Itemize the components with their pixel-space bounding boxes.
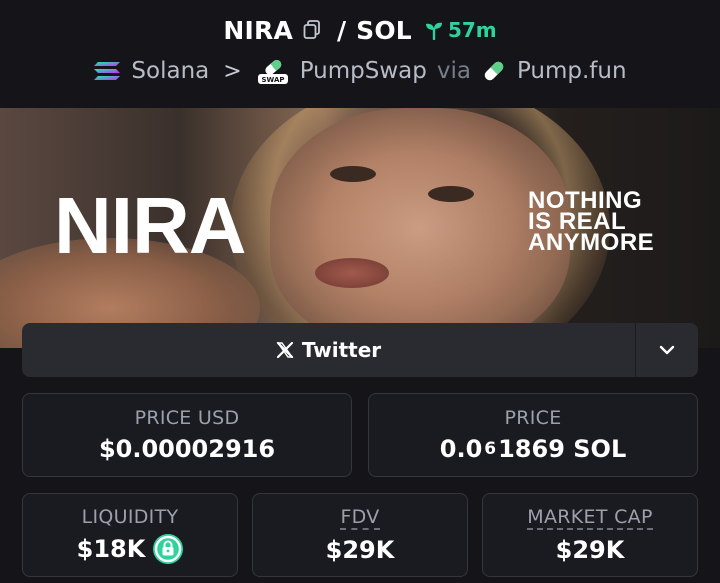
market-cap-card: MARKET CAP $29K bbox=[482, 493, 698, 577]
social-dropdown-button[interactable] bbox=[636, 323, 698, 377]
via-label: via bbox=[436, 58, 471, 84]
pair-header: NIRA / SOL 57m Solana > SWAP PumpSwap vi… bbox=[0, 0, 720, 108]
liquidity-card: LIQUIDITY $18K bbox=[22, 493, 238, 577]
fdv-label[interactable]: FDV bbox=[340, 506, 380, 530]
fdv-value: $29K bbox=[325, 536, 395, 564]
pair-age-value: 57m bbox=[447, 18, 497, 42]
price-value: 0.0 6 1869 SOL bbox=[439, 435, 627, 463]
lock-icon[interactable] bbox=[153, 534, 184, 564]
market-cap-value: $29K bbox=[555, 536, 625, 564]
chain-breadcrumb: Solana > SWAP PumpSwap via Pump.fun bbox=[0, 54, 720, 88]
twitter-label: Twitter bbox=[301, 338, 382, 362]
price-usd-card: PRICE USD $0.00002916 bbox=[22, 393, 352, 477]
price-card: PRICE 0.0 6 1869 SOL bbox=[368, 393, 698, 477]
svg-text:SWAP: SWAP bbox=[261, 76, 284, 84]
token-banner: NIRA NOTHING IS REAL ANYMORE bbox=[0, 108, 720, 348]
quote-symbol: SOL bbox=[356, 15, 412, 45]
copy-icon[interactable] bbox=[303, 20, 321, 40]
pill-icon bbox=[481, 58, 507, 84]
x-icon bbox=[276, 341, 294, 359]
liquidity-value-row: $18K bbox=[77, 534, 184, 564]
liquidity-label: LIQUIDITY bbox=[81, 506, 179, 528]
fdv-card: FDV $29K bbox=[252, 493, 468, 577]
pair-separator: / bbox=[337, 15, 347, 45]
market-cap-label[interactable]: MARKET CAP bbox=[527, 506, 653, 530]
pair-title-row: NIRA / SOL 57m bbox=[0, 12, 720, 48]
price-usd-label: PRICE USD bbox=[134, 407, 240, 429]
pair-age: 57m bbox=[424, 18, 497, 42]
chain-link[interactable]: Solana bbox=[131, 58, 209, 84]
liquidity-value: $18K bbox=[76, 535, 146, 563]
solana-icon bbox=[93, 59, 121, 83]
breadcrumb-separator: > bbox=[223, 58, 242, 84]
social-links-bar: Twitter bbox=[22, 323, 698, 377]
chevron-down-icon bbox=[659, 345, 675, 355]
dex-link[interactable]: PumpSwap bbox=[300, 58, 427, 84]
price-label: PRICE bbox=[504, 407, 562, 429]
seedling-icon bbox=[425, 22, 442, 40]
banner-title: NIRA bbox=[54, 181, 247, 270]
banner-tagline: NOTHING IS REAL ANYMORE bbox=[528, 187, 655, 256]
pumpswap-icon: SWAP bbox=[256, 57, 290, 85]
banner-photo bbox=[270, 108, 570, 348]
price-usd-value: $0.00002916 bbox=[98, 435, 276, 463]
launchpad-link[interactable]: Pump.fun bbox=[517, 58, 627, 84]
twitter-button[interactable]: Twitter bbox=[22, 323, 636, 377]
token-symbol: NIRA bbox=[223, 15, 293, 45]
